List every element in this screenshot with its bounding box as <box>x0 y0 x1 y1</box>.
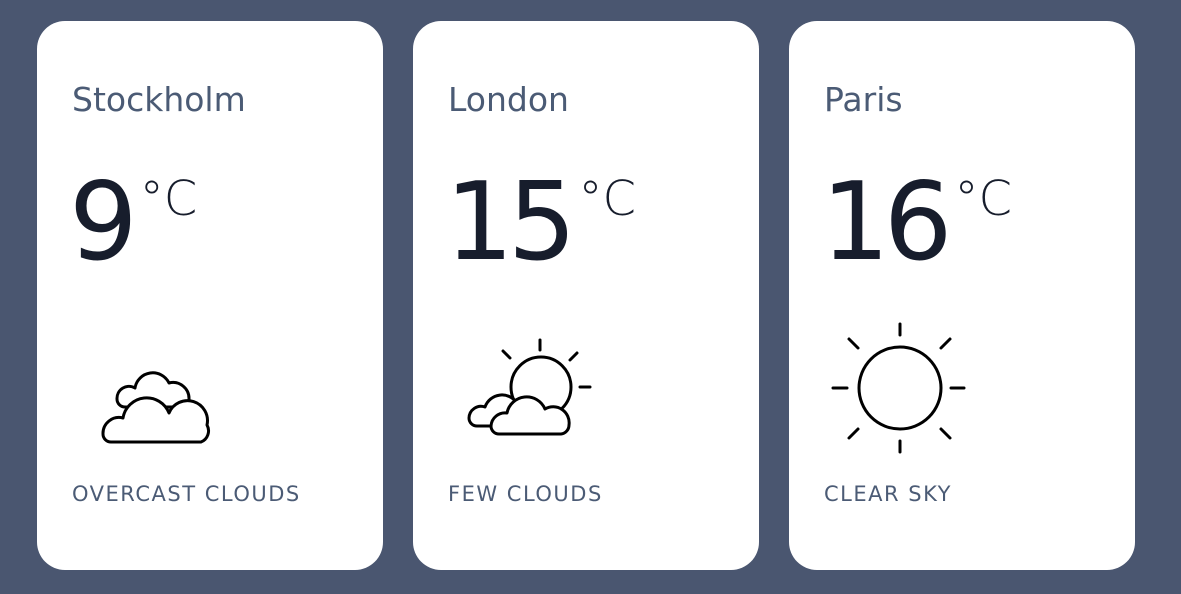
temperature-unit: °C <box>578 171 636 227</box>
few-clouds-icon <box>449 321 599 461</box>
temperature: 9 °C <box>69 169 197 277</box>
temperature-value: 9 <box>69 160 138 285</box>
weather-card-paris[interactable]: Paris 16 °C CLEAR SKY <box>789 21 1135 570</box>
temperature: 15 °C <box>445 169 636 277</box>
temperature-value: 16 <box>821 160 952 285</box>
weather-description: OVERCAST CLOUDS <box>72 482 301 506</box>
temperature-unit: °C <box>954 171 1012 227</box>
weather-description: CLEAR SKY <box>824 482 952 506</box>
clear-sky-icon <box>825 321 975 461</box>
city-name: Stockholm <box>72 80 246 119</box>
weather-card-london[interactable]: London 15 °C FEW CLOUDS <box>413 21 759 570</box>
temperature-unit: °C <box>139 171 198 227</box>
weather-card-stockholm[interactable]: Stockholm 9 °C OVERCAST CLOUDS <box>37 21 383 570</box>
weather-description: FEW CLOUDS <box>448 482 603 506</box>
overcast-clouds-icon <box>73 321 223 461</box>
city-name: Paris <box>824 80 903 119</box>
city-name: London <box>448 80 569 119</box>
temperature: 16 °C <box>821 169 1012 277</box>
temperature-value: 15 <box>445 160 576 285</box>
